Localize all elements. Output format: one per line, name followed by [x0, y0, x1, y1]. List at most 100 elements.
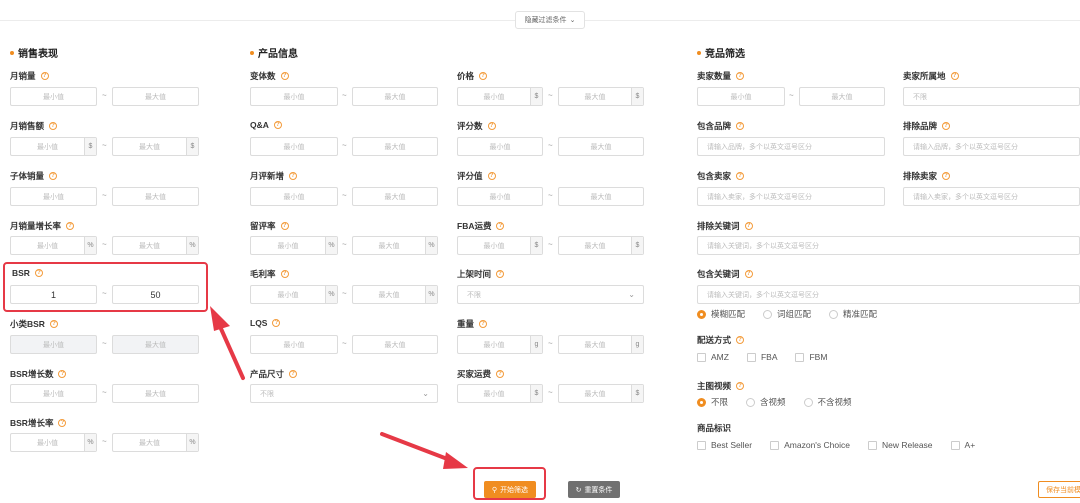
bsr-growth-rate-min-input[interactable]: 最小值%	[10, 433, 97, 452]
help-icon[interactable]: ?	[289, 172, 298, 180]
seller-count-min-input[interactable]: 最小值	[697, 87, 785, 106]
bsr-growth-count-min-input[interactable]: 最小值	[10, 384, 97, 403]
exclude-seller-input[interactable]: 请输入卖家，多个以英文逗号区分	[903, 187, 1080, 206]
child-sales-min-input[interactable]: 最小值	[10, 187, 97, 206]
sub-bsr-max-input[interactable]: 最大值	[112, 335, 199, 354]
help-icon[interactable]: ?	[272, 319, 281, 327]
review-count-max-input[interactable]: 最大值	[558, 137, 644, 156]
include-brand-input[interactable]: 请输入品牌，多个以英文逗号区分	[697, 137, 885, 156]
help-icon[interactable]: ?	[950, 72, 959, 80]
include-seller-input[interactable]: 请输入卖家，多个以英文逗号区分	[697, 187, 885, 206]
help-icon[interactable]: ?	[496, 222, 505, 230]
help-icon[interactable]: ?	[736, 172, 745, 180]
qa-max-input[interactable]: 最大值	[352, 137, 438, 156]
monthly-sales-max-input[interactable]: 最大值	[112, 87, 199, 106]
variants-min-input[interactable]: 最小值	[250, 87, 338, 106]
margin-min-input[interactable]: 最小值%	[250, 285, 338, 304]
child-sales-max-input[interactable]: 最大值	[112, 187, 199, 206]
delivery-fbm-checkbox[interactable]: FBM	[795, 352, 827, 362]
help-icon[interactable]: ?	[487, 122, 496, 130]
rating-max-input[interactable]: 最大值	[558, 187, 644, 206]
seller-location-select[interactable]: 不限	[903, 87, 1080, 106]
help-icon[interactable]: ?	[942, 172, 951, 180]
help-icon[interactable]: ?	[289, 370, 298, 378]
help-icon[interactable]: ?	[942, 122, 951, 130]
new-reviews-min-input[interactable]: 最小值	[250, 187, 338, 206]
match-fuzzy-radio[interactable]: 模糊匹配	[697, 308, 745, 320]
video-with-radio[interactable]: 含视频	[746, 396, 786, 408]
include-keyword-input[interactable]: 请输入关键词，多个以英文逗号区分	[697, 285, 1080, 304]
rating-min-input[interactable]: 最小值	[457, 187, 543, 206]
badge-amazons-choice-checkbox[interactable]: Amazon's Choice	[770, 440, 850, 450]
video-without-radio[interactable]: 不含视频	[803, 396, 852, 408]
bsr-growth-count-max-input[interactable]: 最大值	[112, 384, 199, 403]
badge-group: Best Seller Amazon's Choice New Release …	[697, 440, 987, 450]
help-icon[interactable]: ?	[496, 370, 505, 378]
help-icon[interactable]: ?	[736, 72, 745, 80]
buyer-freight-min-input[interactable]: 最小值 $	[457, 384, 543, 403]
weight-min-input[interactable]: 最小值 g	[457, 335, 543, 354]
help-icon[interactable]: ?	[280, 72, 289, 80]
size-select[interactable]: 不限 ⌄	[250, 384, 438, 403]
seller-count-max-input[interactable]: 最大值	[799, 87, 885, 106]
match-phrase-radio[interactable]: 词组匹配	[763, 308, 811, 320]
label-exclude-brand: 排除品牌?	[903, 120, 951, 132]
label-qa: Q&A?	[250, 120, 282, 130]
review-rate-min-input[interactable]: 最小值%	[250, 236, 338, 255]
help-icon[interactable]: ?	[487, 172, 496, 180]
sub-bsr-min-input[interactable]: 最小值	[10, 335, 97, 354]
monthly-sales-min-input[interactable]: 最小值	[10, 87, 97, 106]
lqs-min-input[interactable]: 最小值	[250, 335, 338, 354]
listing-date-select[interactable]: 不限 ⌄	[457, 285, 644, 304]
help-icon[interactable]: ?	[49, 172, 58, 180]
margin-max-input[interactable]: 最大值%	[352, 285, 438, 304]
price-min-input[interactable]: 最小值 $	[457, 87, 543, 106]
help-icon[interactable]: ?	[280, 270, 289, 278]
help-icon[interactable]: ?	[736, 336, 745, 344]
bsr-growth-rate-max-input[interactable]: 最大值%	[112, 433, 199, 452]
sales-growth-min-input[interactable]: 最小值%	[10, 236, 97, 255]
help-icon[interactable]: ?	[58, 370, 67, 378]
help-icon[interactable]: ?	[736, 122, 745, 130]
label-exclude-keyword: 排除关键词?	[697, 220, 753, 232]
review-count-min-input[interactable]: 最小值	[457, 137, 543, 156]
hide-filters-toggle[interactable]: 隐藏过滤条件 ⌄	[515, 11, 585, 29]
monthly-revenue-min-input[interactable]: 最小值 $	[10, 137, 97, 156]
help-icon[interactable]: ?	[744, 222, 753, 230]
review-rate-max-input[interactable]: 最大值%	[352, 236, 438, 255]
price-max-input[interactable]: 最大值 $	[558, 87, 644, 106]
variants-max-input[interactable]: 最大值	[352, 87, 438, 106]
monthly-revenue-max-input[interactable]: 最大值 $	[112, 137, 199, 156]
help-icon[interactable]: ?	[66, 222, 75, 230]
help-icon[interactable]: ?	[280, 222, 289, 230]
reset-button[interactable]: ↻ 重置条件	[568, 481, 620, 498]
buyer-freight-max-input[interactable]: 最大值 $	[558, 384, 644, 403]
help-icon[interactable]: ?	[736, 382, 745, 390]
weight-max-input[interactable]: 最大值 g	[558, 335, 644, 354]
help-icon[interactable]: ?	[496, 270, 505, 278]
fba-fee-min-input[interactable]: 最小值 $	[457, 236, 543, 255]
badge-new-release-checkbox[interactable]: New Release	[867, 440, 933, 450]
badge-aplus-checkbox[interactable]: A+	[950, 440, 975, 450]
match-exact-radio[interactable]: 精准匹配	[829, 308, 877, 320]
sales-growth-max-input[interactable]: 最大值%	[112, 236, 199, 255]
delivery-fba-checkbox[interactable]: FBA	[746, 352, 777, 362]
save-template-button[interactable]: 保存当前模	[1038, 481, 1080, 498]
lqs-max-input[interactable]: 最大值	[352, 335, 438, 354]
exclude-keyword-input[interactable]: 请输入关键词，多个以英文逗号区分	[697, 236, 1080, 255]
exclude-brand-input[interactable]: 请输入品牌，多个以英文逗号区分	[903, 137, 1080, 156]
help-icon[interactable]: ?	[58, 419, 67, 427]
help-icon[interactable]: ?	[273, 121, 282, 129]
badge-best-seller-checkbox[interactable]: Best Seller	[697, 440, 752, 450]
help-icon[interactable]: ?	[49, 320, 58, 328]
qa-min-input[interactable]: 最小值	[250, 137, 338, 156]
video-unlimited-radio[interactable]: 不限	[697, 396, 728, 408]
fba-fee-max-input[interactable]: 最大值 $	[558, 236, 644, 255]
new-reviews-max-input[interactable]: 最大值	[352, 187, 438, 206]
help-icon[interactable]: ?	[479, 72, 488, 80]
help-icon[interactable]: ?	[744, 270, 753, 278]
help-icon[interactable]: ?	[40, 72, 49, 80]
help-icon[interactable]: ?	[479, 320, 488, 328]
help-icon[interactable]: ?	[49, 122, 58, 130]
delivery-amz-checkbox[interactable]: AMZ	[697, 352, 729, 362]
